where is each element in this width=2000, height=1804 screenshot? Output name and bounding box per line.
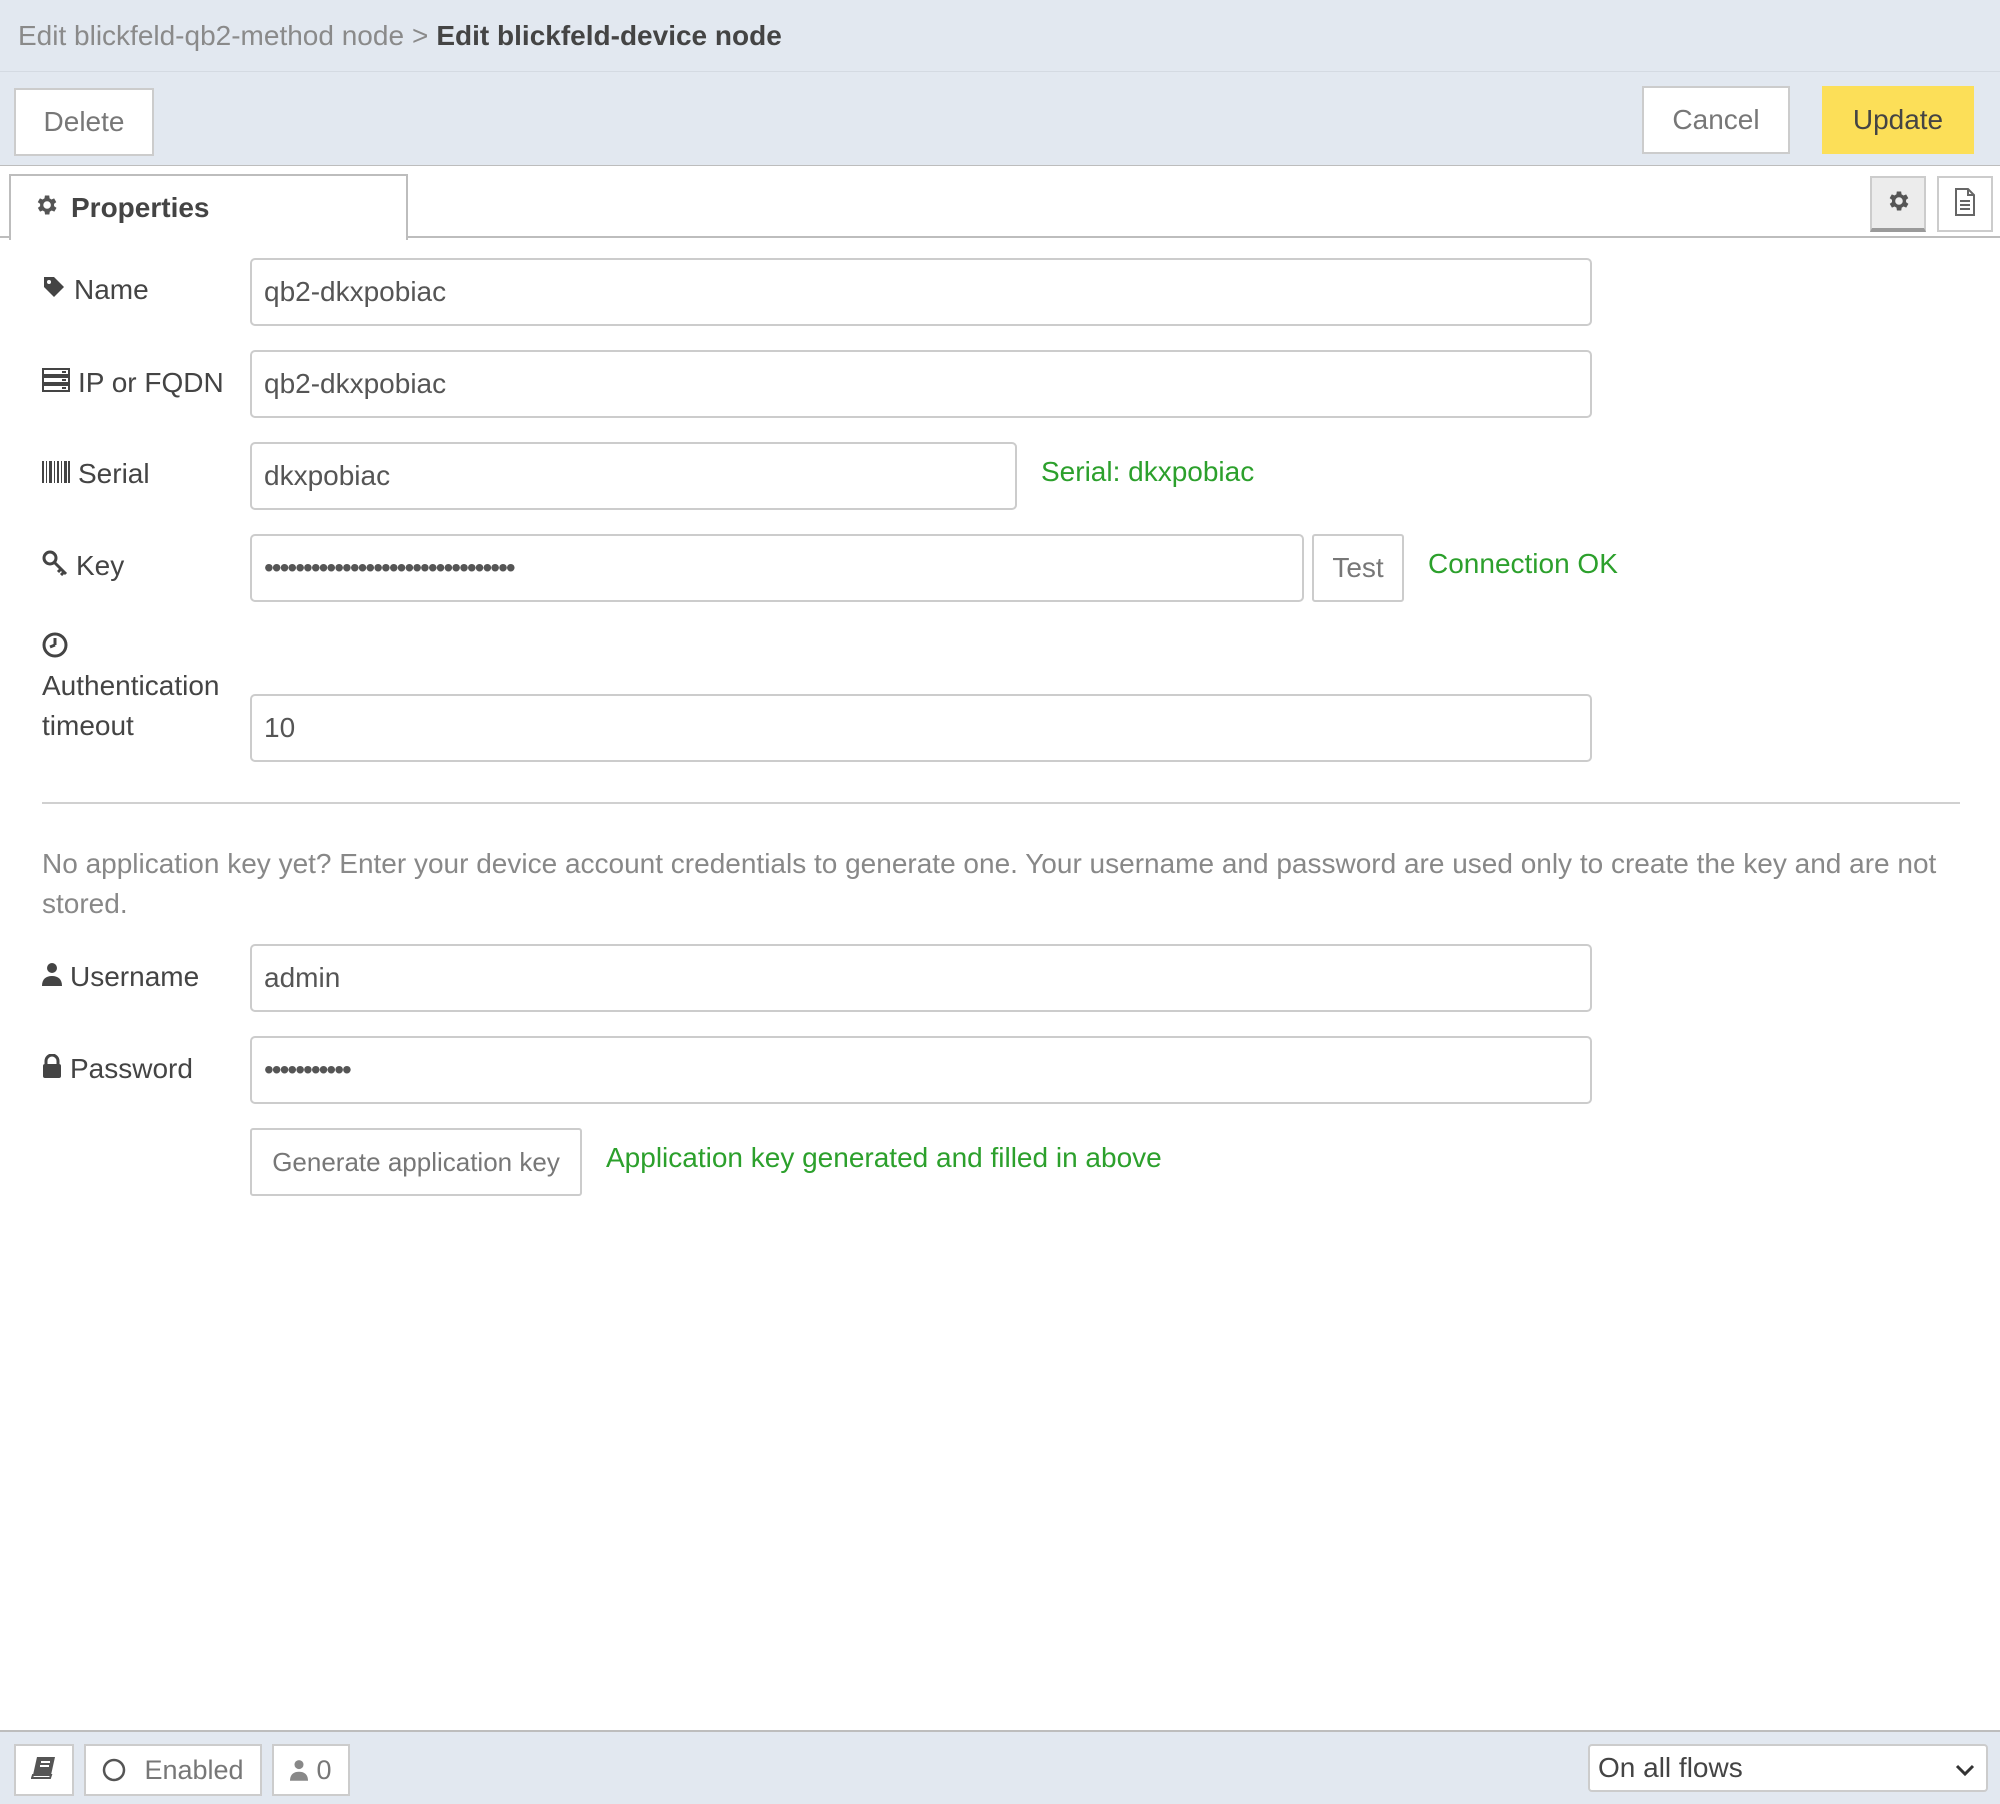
tab-properties-label: Properties [71,192,210,223]
node-help-button[interactable] [14,1744,74,1796]
user-icon [42,961,70,993]
name-field[interactable]: qb2-dkxpobiac [250,258,1592,326]
divider [42,802,1960,804]
username-field[interactable]: admin [250,944,1592,1012]
book-icon [30,1755,57,1786]
breadcrumb-parent[interactable]: Edit blickfeld-qb2-method node [18,20,404,51]
tag-icon [42,274,74,306]
lock-icon [42,1053,70,1085]
barcode-icon [42,458,78,490]
username-label: Username [42,957,199,997]
breadcrumb-separator: > [412,20,429,51]
enabled-toggle[interactable]: Enabled [84,1744,262,1796]
users-count-button[interactable]: 0 [272,1744,350,1796]
tab-properties[interactable]: Properties [9,174,408,240]
host-label: IP or FQDN [42,363,224,403]
node-settings-tab-button[interactable] [1870,176,1926,232]
dialog-footer: Enabled 0 On all flows [0,1730,2000,1804]
timeout-field[interactable]: 10 [250,694,1592,762]
generate-status: Application key generated and filled in … [606,1142,1162,1173]
breadcrumb: Edit blickfeld-qb2-method node > Edit blic… [18,18,782,54]
name-label: Name [42,270,149,310]
key-field[interactable]: •••••••••••••••••••••••••••••••• [250,534,1304,602]
clock-icon [42,632,68,658]
user-icon [290,1759,309,1781]
connection-status: Connection OK [1428,548,1618,579]
document-icon [1953,187,1977,221]
tab-bar: Properties [0,166,2000,240]
key-icon [42,550,76,583]
host-field[interactable]: qb2-dkxpobiac [250,350,1592,418]
gear-icon [1885,188,1911,219]
timeout-label: Authentication timeout [42,670,220,741]
delete-button[interactable]: Delete [14,88,154,156]
key-label: Key [42,546,124,586]
page-title: Edit blickfeld-device node [436,20,782,51]
dialog-toolbar: Delete Cancel Update [0,72,2000,166]
server-icon [42,367,78,399]
serial-status: Serial: dkxpobiac [1041,456,1255,487]
help-text: No application key yet? Enter your devic… [42,848,1937,919]
flow-scope-select[interactable]: On all flows [1588,1744,1988,1792]
serial-label: Serial [42,454,150,494]
password-label: Password [42,1049,193,1089]
chevron-down-icon [1954,1756,1976,1788]
dialog-titlebar: Edit blickfeld-qb2-method node > Edit blic… [0,0,2000,72]
node-description-tab-button[interactable] [1937,176,1993,232]
circle-icon [102,1758,126,1782]
update-button[interactable]: Update [1822,86,1974,154]
password-field[interactable]: ••••••••••• [250,1036,1592,1104]
test-button[interactable]: Test [1312,534,1404,602]
serial-field[interactable]: dkxpobiac [250,442,1017,510]
cancel-button[interactable]: Cancel [1642,86,1790,154]
gear-icon [33,192,71,225]
generate-key-button[interactable]: Generate application key [250,1128,582,1196]
